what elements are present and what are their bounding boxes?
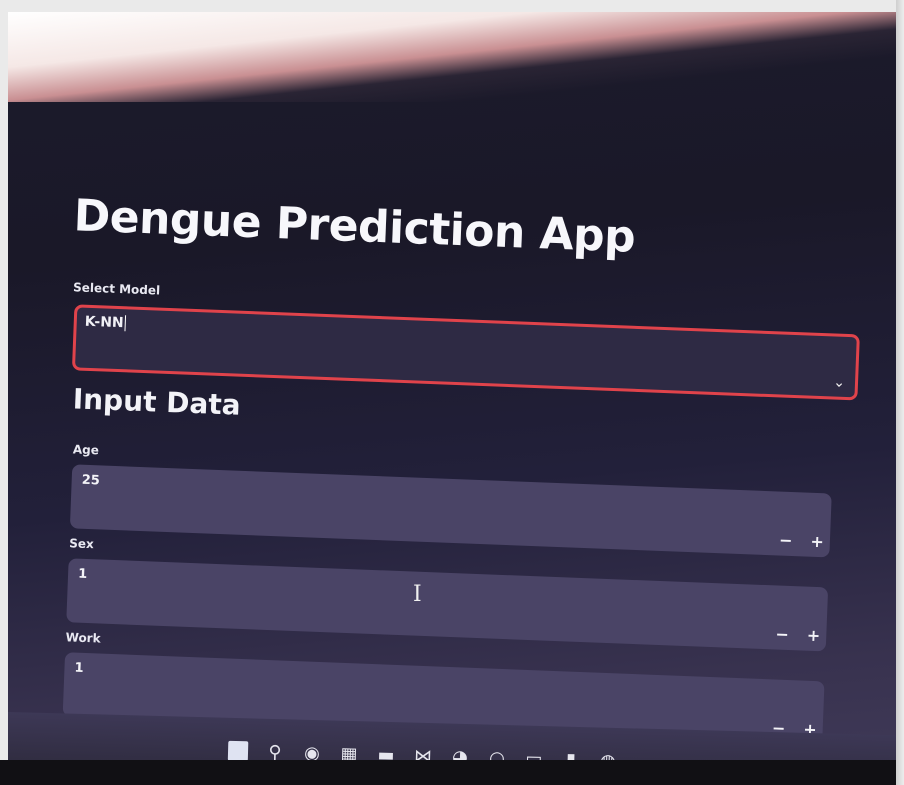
age-stepper: − + [779,531,825,552]
photo-edge [896,0,904,785]
age-label: Age [72,442,100,458]
text-cursor-icon: I [413,582,422,607]
model-select-value-text: K-NN [84,313,124,332]
monitor-screen: Dengue Prediction App Select Model K-NN … [8,12,904,782]
chevron-down-icon[interactable]: ⌄ [833,375,845,391]
sex-stepper: − + [775,624,821,645]
text-caret [124,315,126,332]
page-title: Dengue Prediction App [72,190,637,263]
age-increment-button[interactable]: + [810,532,824,552]
age-number-input[interactable]: 25 − + [69,464,832,558]
select-model-label: Select Model [72,280,161,298]
input-data-heading: Input Data [72,382,242,422]
sex-increment-button[interactable]: + [807,626,821,646]
monitor-bezel [0,760,904,785]
age-value[interactable]: 25 [81,473,100,489]
age-decrement-button[interactable]: − [779,531,793,551]
sex-value[interactable]: 1 [78,567,88,582]
photo-frame: Dengue Prediction App Select Model K-NN … [0,0,904,785]
model-select-value[interactable]: K-NN [84,313,126,332]
work-label: Work [65,630,101,646]
start-square [227,740,249,762]
start-icon[interactable] [227,740,250,763]
sex-label: Sex [69,536,95,552]
sex-number-input[interactable]: 1 − + [66,558,829,652]
streamlit-app: Dengue Prediction App Select Model K-NN … [8,12,904,746]
work-value[interactable]: 1 [74,661,84,676]
sex-decrement-button[interactable]: − [775,624,789,644]
